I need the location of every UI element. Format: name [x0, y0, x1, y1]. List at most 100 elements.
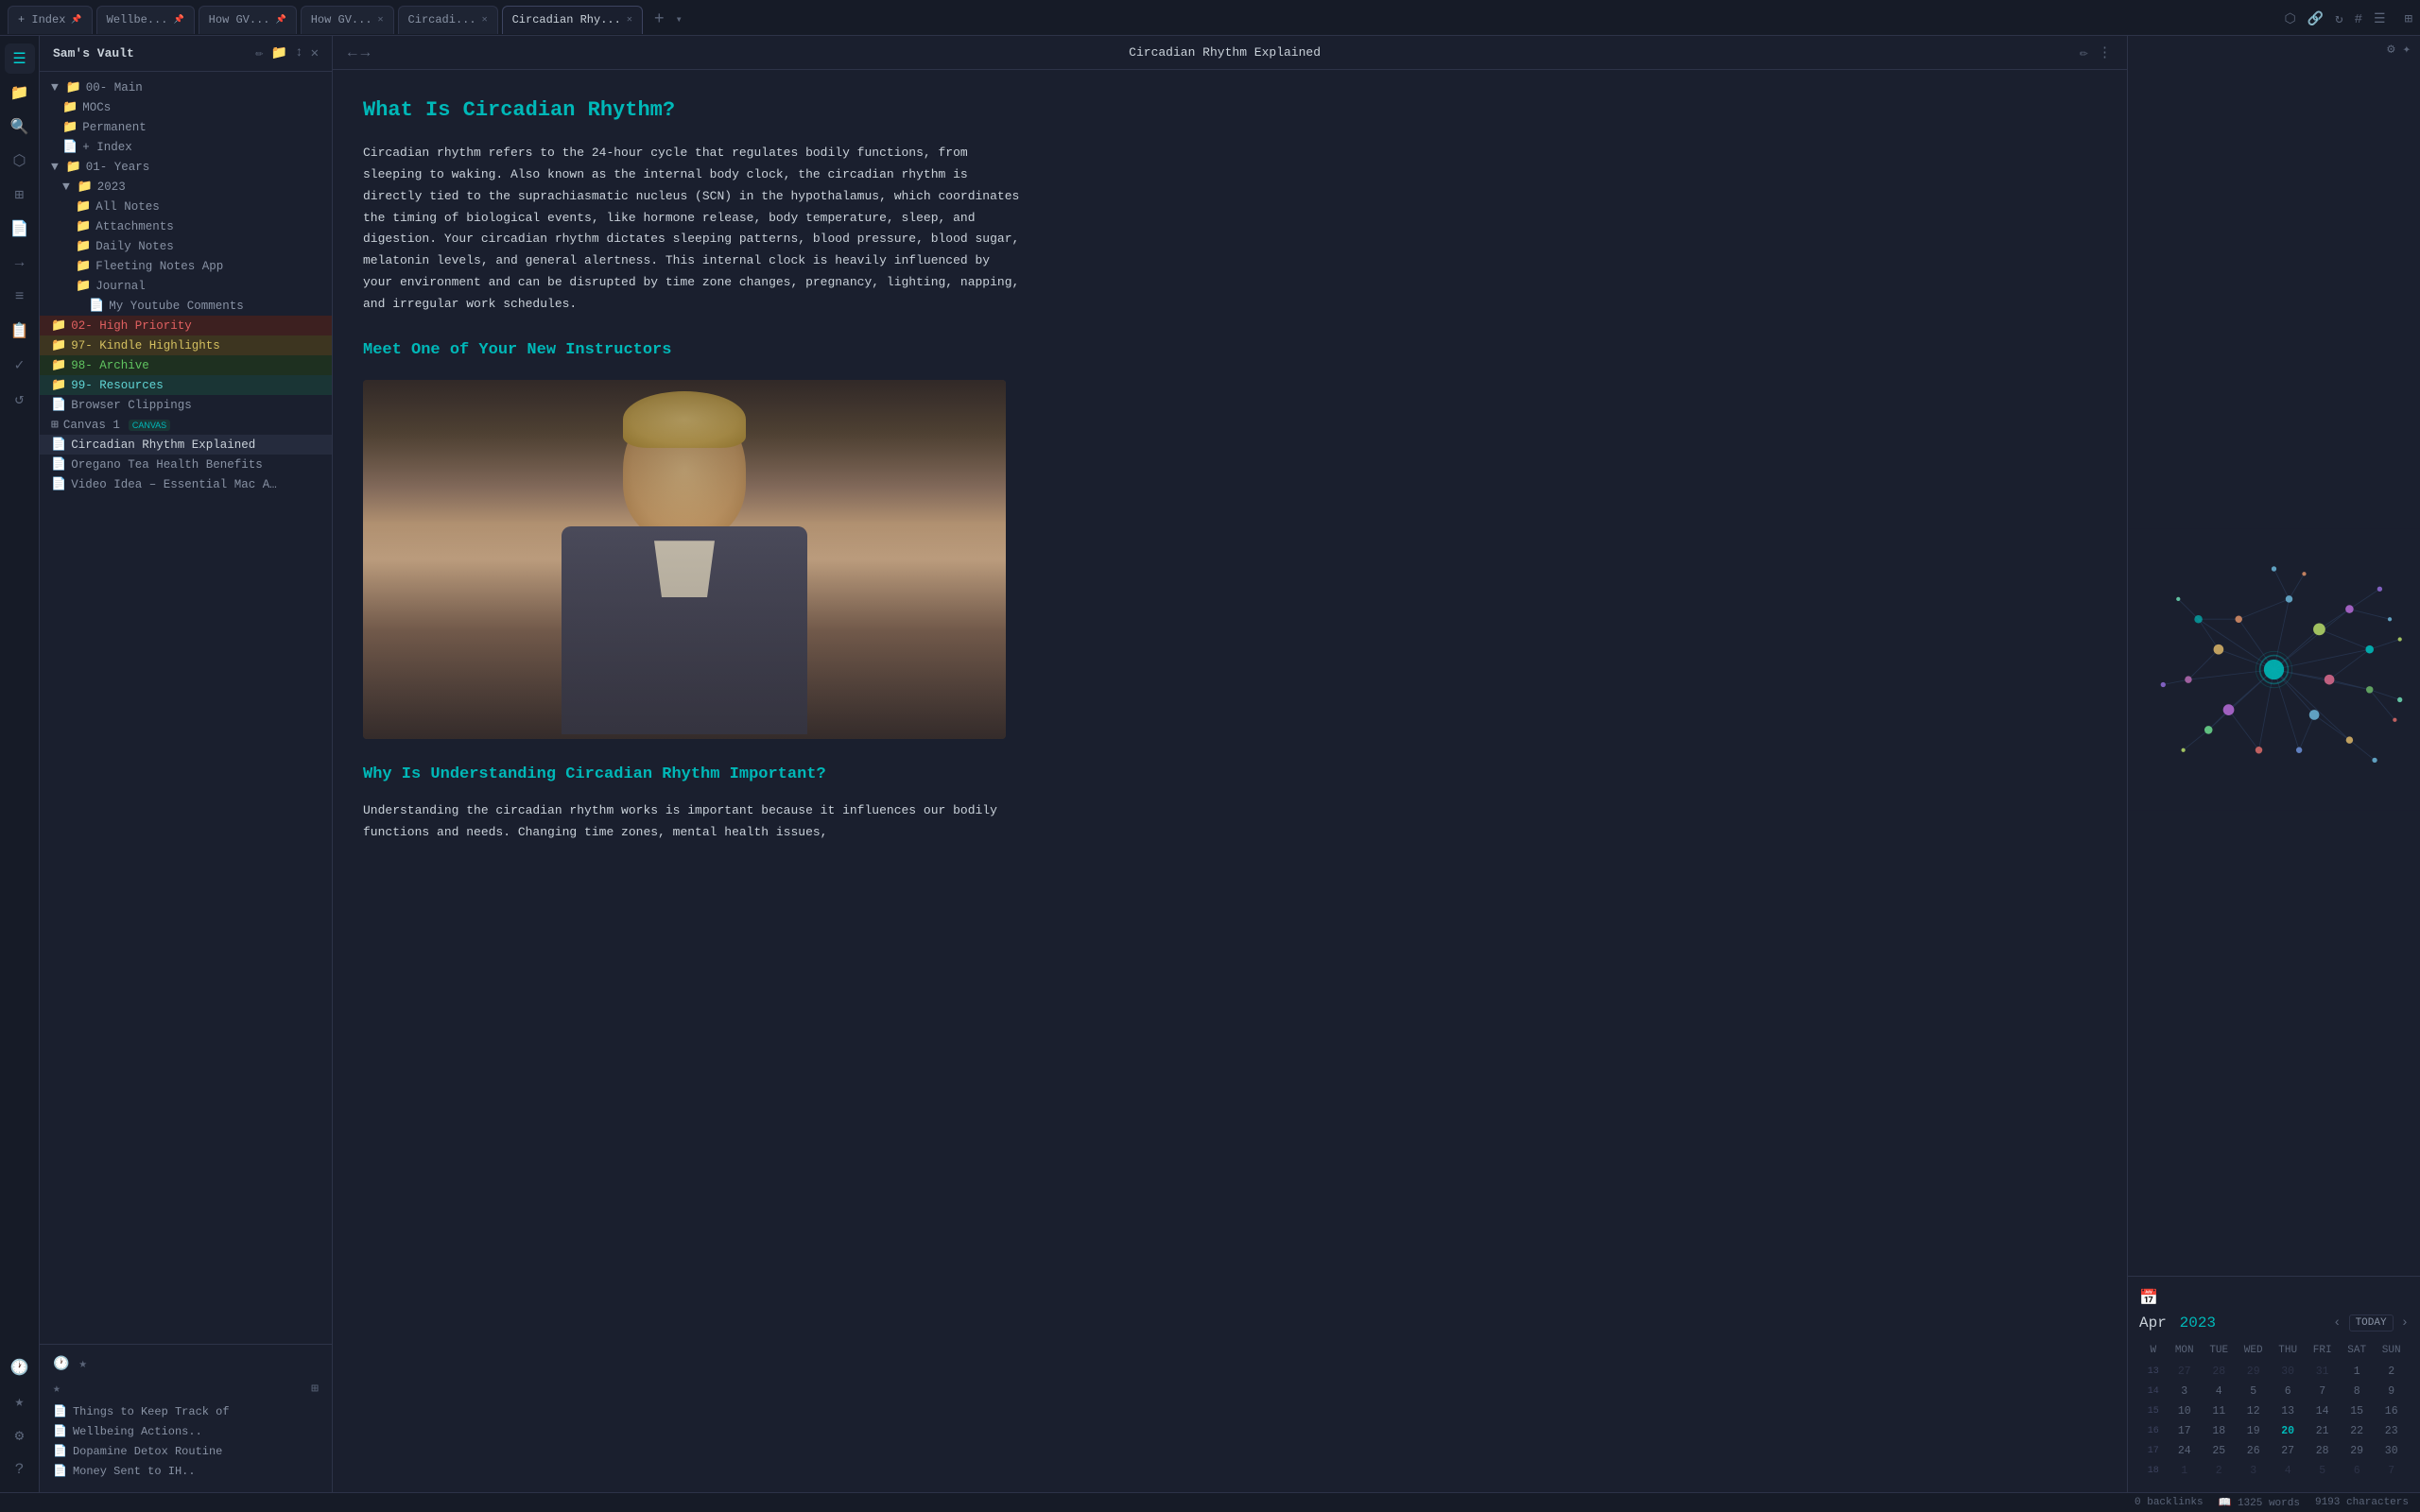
settings-icon[interactable]: ⚙ — [5, 1420, 35, 1451]
cal-day[interactable]: 27 — [2271, 1441, 2305, 1461]
tab-circadi1[interactable]: Circadi... ✕ — [398, 6, 498, 34]
cal-day[interactable]: 30 — [2374, 1441, 2409, 1461]
cal-day[interactable]: 22 — [2340, 1421, 2374, 1441]
tree-item-daily-notes[interactable]: 📁 Daily Notes — [40, 236, 332, 256]
cal-day[interactable]: 28 — [2305, 1441, 2339, 1461]
tree-item-my-youtube[interactable]: 📄 My Youtube Comments — [40, 296, 332, 316]
cal-day[interactable]: 24 — [2168, 1441, 2202, 1461]
forward-button[interactable]: → — [361, 44, 371, 61]
add-tab-button[interactable]: + — [650, 9, 668, 31]
close-icon[interactable]: ✕ — [627, 14, 632, 26]
cal-day[interactable]: 17 — [2168, 1421, 2202, 1441]
cal-day[interactable]: 18 — [2202, 1421, 2236, 1441]
starred-item-money[interactable]: 📄 Money Sent to IH.. — [40, 1461, 332, 1481]
new-folder-icon[interactable]: 📁 — [271, 45, 287, 61]
tab-howgv1[interactable]: How GV... 📌 — [199, 6, 297, 34]
outline-icon[interactable]: ≡ — [5, 282, 35, 312]
tree-item-high-priority[interactable]: 📁 02- High Priority — [40, 316, 332, 335]
files-icon[interactable]: 📁 — [5, 77, 35, 108]
tab-howgv2[interactable]: How GV... ✕ — [301, 6, 394, 34]
cal-day[interactable]: 12 — [2236, 1401, 2270, 1421]
tree-item-oregano[interactable]: 📄 Oregano Tea Health Benefits — [40, 455, 332, 474]
daily-notes-icon[interactable]: → — [5, 248, 35, 278]
starred-sort-icon[interactable]: ⊞ — [311, 1382, 319, 1396]
tasks-icon[interactable]: ✓ — [5, 350, 35, 380]
tabs-dropdown-button[interactable]: ▾ — [672, 10, 686, 28]
tree-item-all-notes[interactable]: 📁 All Notes — [40, 197, 332, 216]
tree-item-00-main[interactable]: ▼ 📁 00- Main — [40, 77, 332, 97]
clock-icon[interactable]: 🕐 — [5, 1352, 35, 1383]
tree-item-video-idea[interactable]: 📄 Video Idea – Essential Mac A… — [40, 474, 332, 494]
starred-item-things[interactable]: 📄 Things to Keep Track of — [40, 1401, 332, 1421]
cal-day[interactable]: 14 — [2305, 1401, 2339, 1421]
starred-bottom-icon[interactable]: ★ — [78, 1356, 86, 1372]
today-button[interactable]: TODAY — [2349, 1314, 2394, 1332]
graph-view-icon[interactable]: ⬡ — [5, 146, 35, 176]
cal-day[interactable]: 29 — [2340, 1441, 2374, 1461]
sort-icon[interactable]: ↕ — [295, 45, 302, 61]
link-icon[interactable]: 🔗 — [2308, 11, 2324, 27]
cal-day[interactable]: 15 — [2340, 1401, 2374, 1421]
tree-item-kindle[interactable]: 📁 97- Kindle Highlights — [40, 335, 332, 355]
tag-icon[interactable]: # — [2355, 12, 2362, 27]
notes-icon[interactable]: 📋 — [5, 316, 35, 346]
cal-day[interactable]: 2 — [2202, 1461, 2236, 1481]
tree-item-browser-clippings[interactable]: 📄 Browser Clippings — [40, 395, 332, 415]
cal-day[interactable]: 16 — [2374, 1401, 2409, 1421]
tab-index[interactable]: + Index 📌 — [8, 6, 93, 34]
cal-day[interactable]: 6 — [2271, 1382, 2305, 1401]
cal-day[interactable]: 4 — [2202, 1382, 2236, 1401]
cal-next-button[interactable]: › — [2401, 1315, 2409, 1331]
tree-item-index[interactable]: 📄 + Index — [40, 137, 332, 157]
tree-item-archive[interactable]: 📁 98- Archive — [40, 355, 332, 375]
tree-item-attachments[interactable]: 📁 Attachments — [40, 216, 332, 236]
cal-day[interactable]: 31 — [2305, 1362, 2339, 1382]
tree-item-circadian[interactable]: 📄 Circadian Rhythm Explained — [40, 435, 332, 455]
new-note-icon[interactable]: ✏ — [255, 45, 263, 61]
close-sidebar-icon[interactable]: ✕ — [311, 45, 319, 61]
cal-day[interactable]: 2 — [2374, 1362, 2409, 1382]
layout-icon[interactable]: ⊞ — [2405, 11, 2412, 27]
cal-day[interactable]: 3 — [2168, 1382, 2202, 1401]
cal-day-today[interactable]: 20 — [2271, 1421, 2305, 1441]
starred-item-wellbeing[interactable]: 📄 Wellbeing Actions.. — [40, 1421, 332, 1441]
tab-wellbe[interactable]: Wellbe... 📌 — [96, 6, 195, 34]
wand-icon[interactable]: ✦ — [2403, 42, 2411, 58]
tree-item-canvas1[interactable]: ⊞ Canvas 1 CANVAS — [40, 415, 332, 435]
settings-gear-icon[interactable]: ⚙ — [2387, 42, 2394, 58]
menu-icon[interactable]: ☰ — [2374, 11, 2386, 27]
cal-day[interactable]: 8 — [2340, 1382, 2374, 1401]
tree-item-resources[interactable]: 📁 99- Resources — [40, 375, 332, 395]
cal-prev-button[interactable]: ‹ — [2333, 1315, 2341, 1331]
cal-day[interactable]: 29 — [2236, 1362, 2270, 1382]
close-icon[interactable]: ✕ — [378, 14, 384, 26]
cal-day[interactable]: 23 — [2374, 1421, 2409, 1441]
cal-day[interactable]: 27 — [2168, 1362, 2202, 1382]
cal-day[interactable]: 19 — [2236, 1421, 2270, 1441]
cal-day[interactable]: 4 — [2271, 1461, 2305, 1481]
cal-day[interactable]: 11 — [2202, 1401, 2236, 1421]
history-icon[interactable]: ↺ — [5, 384, 35, 414]
cal-day[interactable]: 9 — [2374, 1382, 2409, 1401]
more-options-icon[interactable]: ⋮ — [2098, 43, 2112, 61]
tree-item-permanent[interactable]: 📁 Permanent — [40, 117, 332, 137]
graph-icon[interactable]: ⬡ — [2284, 11, 2295, 27]
help-icon[interactable]: ? — [5, 1454, 35, 1485]
tree-item-journal[interactable]: 📁 Journal — [40, 276, 332, 296]
cal-day[interactable]: 28 — [2202, 1362, 2236, 1382]
cal-day[interactable]: 5 — [2305, 1461, 2339, 1481]
starred-item-dopamine[interactable]: 📄 Dopamine Detox Routine — [40, 1441, 332, 1461]
tree-item-mocs[interactable]: 📁 MOCs — [40, 97, 332, 117]
cal-day[interactable]: 3 — [2236, 1461, 2270, 1481]
cal-day[interactable]: 7 — [2374, 1461, 2409, 1481]
cal-day[interactable]: 30 — [2271, 1362, 2305, 1382]
cal-day[interactable]: 6 — [2340, 1461, 2374, 1481]
tree-item-01-years[interactable]: ▼ 📁 01- Years — [40, 157, 332, 177]
close-icon[interactable]: ✕ — [482, 14, 488, 26]
starred-icon[interactable]: ★ — [5, 1386, 35, 1417]
cal-day[interactable]: 13 — [2271, 1401, 2305, 1421]
tree-item-2023[interactable]: ▼ 📁 2023 — [40, 177, 332, 197]
canvas-icon[interactable]: ⊞ — [5, 180, 35, 210]
cal-day[interactable]: 26 — [2236, 1441, 2270, 1461]
search-icon[interactable]: 🔍 — [5, 112, 35, 142]
